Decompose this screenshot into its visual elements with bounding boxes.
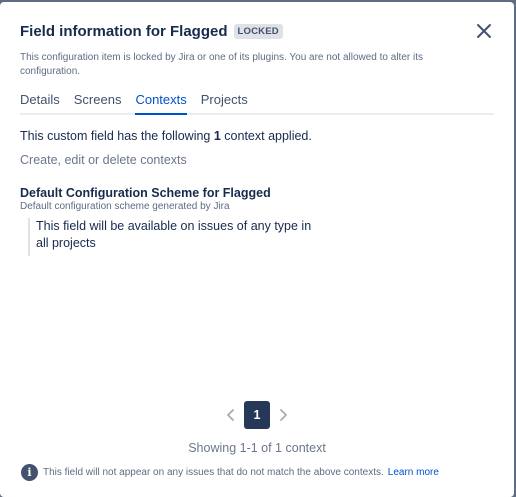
field-information-dialog: Field information for Flagged LOCKED Thi… (0, 2, 514, 497)
dialog-header: Field information for Flagged LOCKED (20, 23, 283, 40)
info-icon: i (21, 464, 38, 481)
footer-message: This field will not appear on any issues… (43, 467, 384, 478)
pagination-status: Showing 1-1 of 1 context (188, 441, 326, 455)
locked-message: This configuration item is locked by Jir… (20, 52, 423, 77)
pagination: 1 (218, 401, 296, 429)
scheme-details: This field will be available on issues o… (28, 218, 316, 256)
summary-suffix: context applied. (224, 129, 312, 143)
page-button-current[interactable]: 1 (244, 401, 270, 429)
learn-more-link[interactable]: Learn more (388, 467, 439, 478)
tab-projects[interactable]: Projects (201, 92, 248, 113)
footer-note: i This field will not appear on any issu… (21, 464, 439, 481)
manage-contexts-link[interactable]: Create, edit or delete contexts (20, 153, 187, 167)
tab-screens[interactable]: Screens (74, 92, 122, 113)
close-button[interactable] (472, 19, 496, 43)
tab-details[interactable]: Details (20, 92, 60, 113)
scheme-description: Default configuration scheme generated b… (20, 201, 230, 212)
locked-badge: LOCKED (233, 24, 283, 39)
chevron-left-icon (227, 409, 234, 421)
chevron-right-icon (280, 409, 287, 421)
previous-page-button[interactable] (218, 401, 244, 429)
tab-bar: Details Screens Contexts Projects (20, 92, 494, 115)
context-summary: This custom field has the following 1 co… (20, 129, 312, 143)
scheme-name: Default Configuration Scheme for Flagged (20, 186, 271, 200)
dialog-title: Field information for Flagged (20, 23, 228, 40)
next-page-button[interactable] (270, 401, 296, 429)
close-icon (477, 24, 491, 38)
tab-contexts[interactable]: Contexts (135, 92, 188, 115)
context-count: 1 (213, 129, 221, 143)
summary-prefix: This custom field has the following (20, 129, 211, 143)
